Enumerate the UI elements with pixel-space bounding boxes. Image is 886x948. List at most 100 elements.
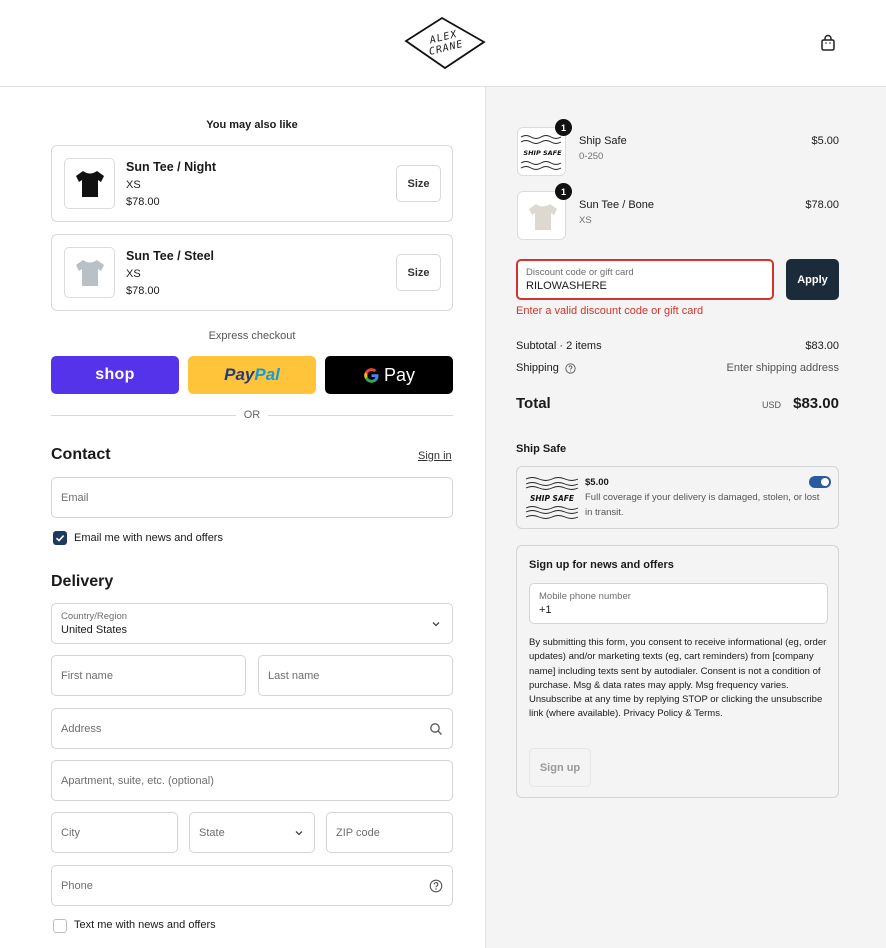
line-item-name: Sun Tee / Bone <box>579 199 655 211</box>
ship-safe-thumb-text: SHIP SAFE <box>523 149 562 157</box>
toggle-knob <box>821 478 829 486</box>
contact-heading: Contact <box>51 446 111 463</box>
apartment-field[interactable]: Apartment, suite, etc. (optional) <box>51 760 453 801</box>
sign-in-link[interactable]: Sign in <box>418 450 452 462</box>
line-item-variant: XS <box>579 215 592 226</box>
city-field[interactable]: City <box>51 812 178 853</box>
tshirt-icon <box>75 259 104 286</box>
order-summary-column: SHIP SAFE 1 Ship Safe 0-250 $5.00 1 Sun … <box>485 87 886 948</box>
google-g-icon <box>364 367 379 383</box>
checkmark-icon <box>55 535 65 542</box>
upsell-product-variant: XS <box>126 268 141 280</box>
upsell-title: You may also like <box>206 119 298 131</box>
google-pay-button[interactable]: Pay <box>325 356 453 394</box>
address-field[interactable]: Address <box>51 708 453 749</box>
tshirt-icon <box>529 204 557 230</box>
delivery-heading: Delivery <box>51 573 114 590</box>
state-select[interactable]: State <box>189 812 315 853</box>
ship-safe-badge-text: SHIP SAFE <box>530 494 575 503</box>
phone-field[interactable]: Phone <box>51 865 453 906</box>
country-select[interactable]: Country/Region United States <box>51 603 453 644</box>
mobile-phone-label: Mobile phone number <box>539 591 631 602</box>
product-thumbnail <box>64 247 115 298</box>
ship-safe-badge-icon: SHIP SAFE <box>520 135 562 170</box>
paypal-label-pay: Pay <box>224 365 255 384</box>
sms-newsletter-label: Text me with news and offers <box>74 919 216 931</box>
or-divider-text: OR <box>236 409 268 421</box>
state-placeholder: State <box>199 826 225 839</box>
help-icon[interactable] <box>565 363 576 374</box>
email-placeholder: Email <box>61 491 89 504</box>
quantity-badge: 1 <box>555 183 572 200</box>
upsell-product-price: $78.00 <box>126 196 160 208</box>
upsell-card: Sun Tee / Night XS $78.00 Size <box>51 145 453 222</box>
size-button[interactable]: Size <box>396 165 441 202</box>
email-newsletter-checkbox[interactable] <box>53 531 67 545</box>
country-label: Country/Region <box>61 611 128 622</box>
sms-newsletter-checkbox[interactable] <box>53 919 67 933</box>
mobile-phone-field[interactable]: Mobile phone number +1 <box>529 583 828 624</box>
google-pay-label: Pay <box>383 364 416 385</box>
apartment-placeholder: Apartment, suite, etc. (optional) <box>61 774 214 787</box>
discount-label: Discount code or gift card <box>526 267 634 278</box>
discount-value: RILOWASHERE <box>526 280 607 292</box>
line-item-price: $78.00 <box>805 199 839 211</box>
help-icon[interactable] <box>429 879 443 893</box>
shop-pay-button[interactable]: shop <box>51 356 179 394</box>
ship-safe-description: Full coverage if your delivery is damage… <box>585 492 820 518</box>
sms-signup-heading: Sign up for news and offers <box>529 559 674 571</box>
discount-code-field[interactable]: Discount code or gift card RILOWASHERE <box>516 259 774 300</box>
last-name-field[interactable]: Last name <box>258 655 453 696</box>
address-placeholder: Address <box>61 722 102 735</box>
upsell-product-name: Sun Tee / Night <box>126 160 217 174</box>
country-value: United States <box>61 624 128 636</box>
ship-safe-badge-icon: SHIP SAFE <box>525 477 579 519</box>
shopping-bag-icon[interactable] <box>819 34 837 52</box>
first-name-placeholder: First name <box>61 669 113 682</box>
product-thumbnail <box>64 158 115 209</box>
sms-signup-box: Sign up for news and offers Mobile phone… <box>516 545 839 798</box>
discount-error-message: Enter a valid discount code or gift card <box>516 305 704 317</box>
chevron-down-icon <box>432 622 440 627</box>
ship-safe-heading: Ship Safe <box>516 443 567 455</box>
shop-pay-label: shop <box>95 366 135 383</box>
upsell-product-price: $78.00 <box>126 285 160 297</box>
first-name-field[interactable]: First name <box>51 655 246 696</box>
zip-placeholder: ZIP code <box>336 826 380 839</box>
upsell-product-name: Sun Tee / Steel <box>126 249 214 263</box>
search-icon <box>430 723 442 735</box>
paypal-button[interactable]: Pay Pal <box>188 356 316 394</box>
shipping-value: Enter shipping address <box>726 362 839 374</box>
email-newsletter-label: Email me with news and offers <box>74 532 223 544</box>
line-item-name: Ship Safe <box>579 135 627 147</box>
phone-placeholder: Phone <box>61 879 93 892</box>
ship-safe-offer: SHIP SAFE $5.00 Full coverage if your de… <box>516 466 839 529</box>
mobile-phone-value: +1 <box>539 604 552 616</box>
brand-logo[interactable]: ALEX CRANE <box>404 16 486 70</box>
total-value: $83.00 <box>793 395 839 412</box>
city-placeholder: City <box>61 826 80 839</box>
sign-up-button[interactable]: Sign up <box>529 748 591 787</box>
shipping-label: Shipping <box>516 362 559 374</box>
apply-discount-button[interactable]: Apply <box>786 259 839 300</box>
zip-field[interactable]: ZIP code <box>326 812 453 853</box>
size-button[interactable]: Size <box>396 254 441 291</box>
last-name-placeholder: Last name <box>268 669 320 682</box>
subtotal-label: Subtotal · 2 items <box>516 340 602 352</box>
quantity-badge: 1 <box>555 119 572 136</box>
tshirt-icon <box>75 170 104 197</box>
express-checkout-label: Express checkout <box>208 330 296 342</box>
sms-consent-text: By submitting this form, you consent to … <box>529 637 827 720</box>
ship-safe-price: $5.00 <box>585 477 609 488</box>
ship-safe-toggle[interactable] <box>809 476 831 488</box>
checkout-form-column: You may also like Sun Tee / Night XS $78… <box>0 87 485 948</box>
site-header: ALEX CRANE <box>0 0 886 87</box>
subtotal-value: $83.00 <box>805 340 839 352</box>
line-item-price: $5.00 <box>811 135 839 147</box>
line-item-variant: 0-250 <box>579 151 604 162</box>
upsell-product-variant: XS <box>126 179 141 191</box>
chevron-down-icon <box>295 831 303 836</box>
total-label: Total <box>516 395 551 412</box>
email-field[interactable]: Email <box>51 477 453 518</box>
paypal-label-pal: Pal <box>254 365 280 384</box>
